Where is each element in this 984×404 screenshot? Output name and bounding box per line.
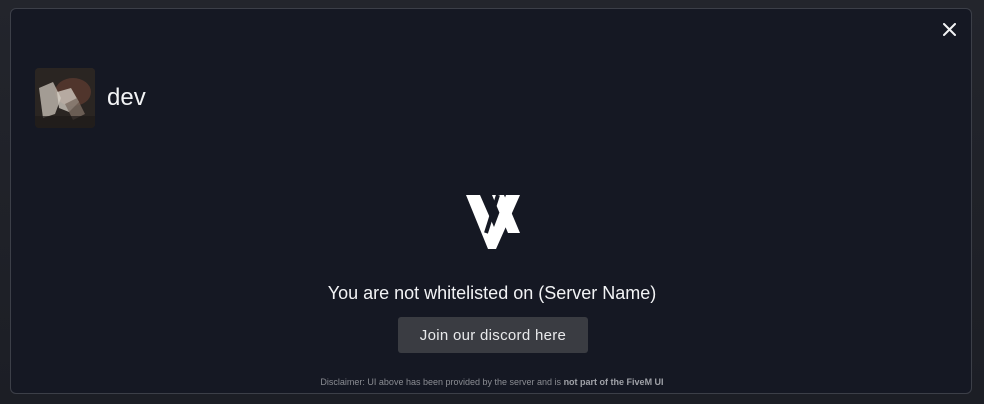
close-icon [942, 22, 956, 36]
server-name: dev [107, 84, 146, 111]
server-logo [466, 193, 520, 251]
whitelist-message: You are not whitelisted on (Server Name) [327, 283, 657, 303]
disclaimer-emphasis: not part of the FiveM UI [563, 377, 664, 387]
server-avatar-image [35, 68, 95, 128]
server-avatar [35, 68, 95, 128]
close-button[interactable] [939, 19, 959, 39]
disclaimer-text: Disclaimer: UI above has been provided b… [320, 377, 562, 387]
server-logo-icon [466, 194, 520, 249]
disclaimer: Disclaimer: UI above has been provided b… [11, 377, 973, 387]
server-header: dev [35, 68, 146, 128]
server-modal: dev You are not whitelisted on (Server N… [10, 8, 972, 394]
join-discord-button[interactable]: Join our discord here [398, 317, 588, 353]
